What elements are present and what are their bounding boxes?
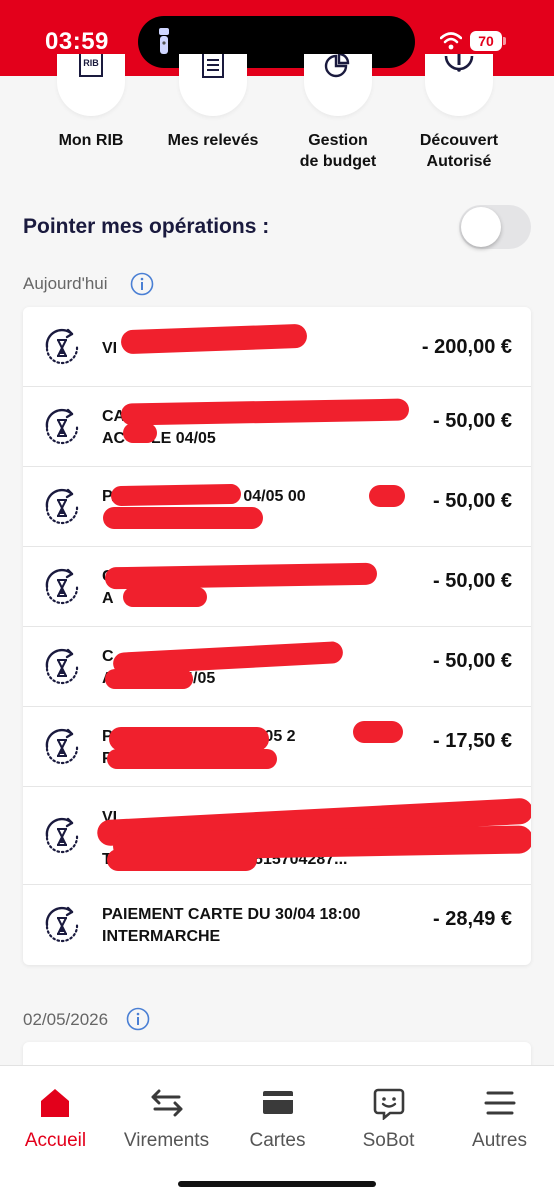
nav-label: Cartes <box>249 1130 306 1151</box>
redaction-mark <box>109 727 269 751</box>
home-indicator <box>178 1181 376 1187</box>
transfer-icon <box>151 1089 183 1117</box>
redaction-mark <box>123 423 157 443</box>
wifi-icon <box>440 32 462 50</box>
flashlight-icon <box>159 28 169 54</box>
operation-row[interactable]: CA 4/05- 50,00 € <box>23 547 531 627</box>
info-icon[interactable] <box>126 1007 150 1031</box>
chatbot-icon <box>373 1088 405 1120</box>
operation-amount: - 50,00 € <box>433 570 512 592</box>
redaction-mark <box>353 721 403 743</box>
pointer-operations-toggle[interactable] <box>459 205 531 249</box>
shortcut-bar: RIB Mon RIB Mes relevés Gestion de budget <box>0 54 554 186</box>
operations-list: VI- 200,00 €CAAC OLE 04/05- 50,00 €PA DU… <box>23 307 531 965</box>
redaction-mark <box>369 485 405 507</box>
nav-cartes[interactable]: Cartes <box>222 1066 333 1166</box>
redaction-mark <box>123 587 207 607</box>
menu-icon <box>484 1091 516 1115</box>
operation-row[interactable]: VI - 200,00 € <box>23 307 531 387</box>
toggle-knob <box>461 207 501 247</box>
operation-row[interactable]: C CREDITA 04/05- 50,00 € <box>23 627 531 707</box>
pending-hourglass-icon <box>45 488 79 525</box>
pending-hourglass-icon <box>45 728 79 765</box>
section-title-today: Aujourd'hui <box>23 274 108 293</box>
nav-label: Accueil <box>24 1130 87 1151</box>
pending-hourglass-icon <box>45 648 79 685</box>
statement-icon <box>202 54 224 78</box>
operation-amount: - 200,00 € <box>421 336 512 358</box>
pointer-operations-label: Pointer mes opérations : <box>23 215 270 238</box>
operation-row[interactable]: P DU 03/05 2P- 17,50 € <box>23 707 531 787</box>
pending-hourglass-icon <box>45 817 79 854</box>
nav-virements[interactable]: Virements <box>111 1066 222 1166</box>
nav-label: SoBot <box>362 1130 415 1151</box>
bottom-navigation: Accueil Virements Cartes SoBot Autres <box>0 1065 554 1200</box>
redaction-mark <box>105 669 193 689</box>
shortcut-label: Mon RIB <box>58 132 124 149</box>
operation-label: INTERMARCHE <box>102 928 221 945</box>
pending-hourglass-icon <box>45 906 79 943</box>
shortcut-label: Mes relevés <box>167 132 259 149</box>
nav-sobot[interactable]: SoBot <box>333 1066 444 1166</box>
nav-label: Autres <box>472 1130 527 1151</box>
operation-amount: - 28,49 € <box>433 908 512 930</box>
redaction-mark <box>103 507 263 529</box>
rib-icon: RIB <box>79 54 103 77</box>
operation-row[interactable]: CA AC OLE 04/05- 50,00 € <box>23 387 531 467</box>
battery-level: 70 <box>470 31 502 51</box>
pending-hourglass-icon <box>45 328 79 365</box>
redaction-mark <box>107 849 257 871</box>
operation-amount: - 50,00 € <box>433 650 512 672</box>
info-icon[interactable] <box>130 272 154 296</box>
shortcut-label: Découvert Autorisé <box>419 132 499 170</box>
nav-autres[interactable]: Autres <box>444 1066 554 1166</box>
pie-chart-icon <box>324 54 350 78</box>
status-time: 03:59 <box>45 28 109 55</box>
operation-amount: - 17,50 € <box>433 730 512 752</box>
card-icon <box>263 1091 293 1114</box>
nav-label: Virements <box>123 1130 210 1151</box>
shortcut-label: Gestion de budget <box>299 132 377 170</box>
svg-text:RIB: RIB <box>83 58 99 68</box>
operation-label: PAIEMENT CARTE DU 30/04 18:00 <box>102 906 361 923</box>
exclamation-icon <box>444 54 474 72</box>
nav-accueil[interactable]: Accueil <box>0 1066 111 1166</box>
operation-row[interactable]: PAIEMENT CARTE DU 30/04 18:00 INTERMARCHE… <box>23 885 531 965</box>
redaction-mark <box>107 749 277 769</box>
redaction-mark <box>110 483 242 507</box>
battery-indicator: 70 <box>470 31 506 51</box>
section-title-date: 02/05/2026 <box>23 1010 109 1029</box>
pending-hourglass-icon <box>45 408 79 445</box>
home-icon <box>41 1089 69 1117</box>
operation-amount: - 50,00 € <box>433 490 512 512</box>
operation-amount: - 50,00 € <box>433 410 512 432</box>
pointer-operations-row: Pointer mes opérations : <box>23 205 533 249</box>
operation-row[interactable]: PA DU 04/05 00 D- 50,00 € <box>23 467 531 547</box>
operation-row[interactable]: VIT 0000515704287... <box>23 787 531 885</box>
pending-hourglass-icon <box>45 568 79 605</box>
